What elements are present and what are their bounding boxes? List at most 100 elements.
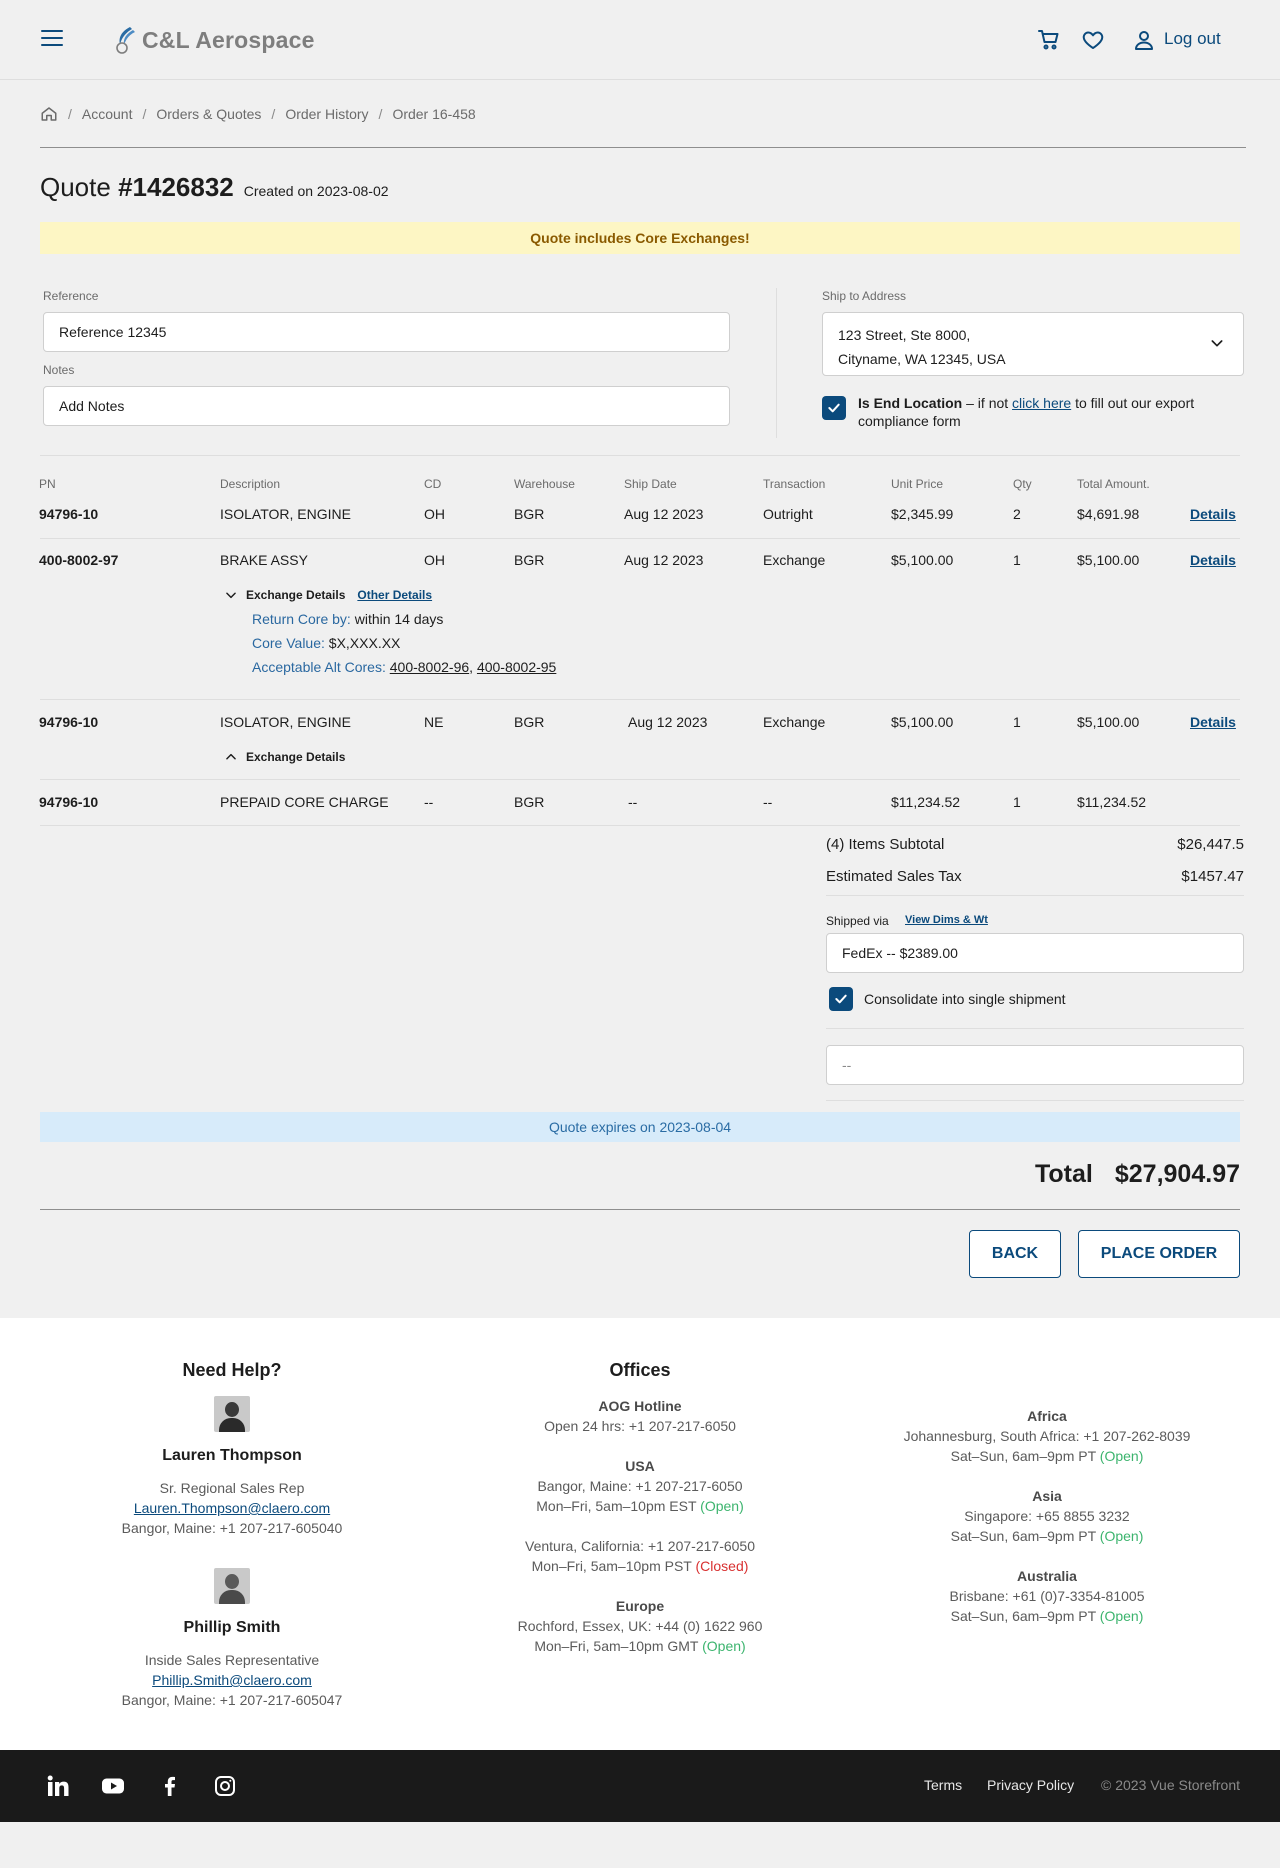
exchange-details-toggle[interactable]: Exchange Details Other Details bbox=[224, 588, 432, 602]
row-cd: OH bbox=[424, 506, 445, 522]
terms-link[interactable]: Terms bbox=[924, 1777, 962, 1793]
logout-link[interactable]: Log out bbox=[1164, 29, 1221, 49]
row-cd: OH bbox=[424, 552, 445, 568]
end-location-checkbox[interactable] bbox=[822, 396, 846, 420]
office-heading: Australia bbox=[1017, 1568, 1077, 1584]
export-compliance-link[interactable]: click here bbox=[1012, 395, 1071, 411]
ship-address-select[interactable]: 123 Street, Ste 8000, Cityname, WA 12345… bbox=[822, 312, 1244, 376]
exchange-details-label: Exchange Details bbox=[246, 588, 346, 602]
office-hours: Mon–Fri, 5am–10pm GMT bbox=[534, 1638, 703, 1654]
breadcrumb-current-order: Order 16-458 bbox=[392, 106, 476, 122]
details-link[interactable]: Details bbox=[1190, 506, 1236, 522]
office-status: (Open) bbox=[1099, 1528, 1144, 1544]
details-link[interactable]: Details bbox=[1190, 714, 1236, 730]
brand-logo[interactable]: C&L Aerospace bbox=[112, 22, 315, 58]
office-heading: AOG Hotline bbox=[598, 1398, 682, 1414]
return-core-value: within 14 days bbox=[350, 611, 444, 627]
row-unit-price: $2,345.99 bbox=[891, 506, 954, 522]
office-status: (Open) bbox=[702, 1638, 746, 1654]
breadcrumb-divider bbox=[40, 147, 1246, 148]
row-total: $4,691.98 bbox=[1077, 506, 1140, 522]
notes-placeholder: Add Notes bbox=[59, 398, 125, 414]
office-line: Brisbane: +61 (0)7-3354-81005 bbox=[949, 1588, 1145, 1604]
office-line: Ventura, California: +1 207-217-6050 bbox=[525, 1538, 755, 1554]
breadcrumb-account[interactable]: Account bbox=[82, 106, 133, 122]
row-total: $5,100.00 bbox=[1077, 552, 1140, 568]
row-unit-price: $11,234.52 bbox=[891, 794, 961, 810]
row-ship-date: Aug 12 2023 bbox=[624, 506, 704, 522]
office-hours: Sat–Sun, 6am–9pm PT bbox=[950, 1448, 1100, 1464]
instagram-icon[interactable] bbox=[213, 1774, 237, 1798]
consolidate-checkbox[interactable] bbox=[829, 987, 853, 1011]
chevron-up-icon bbox=[226, 753, 236, 760]
menu-icon[interactable] bbox=[41, 30, 63, 48]
return-core-key: Return Core by: bbox=[252, 611, 351, 627]
end-location-label: Is End Location bbox=[858, 395, 963, 411]
rep-email[interactable]: Lauren.Thompson@claero.com bbox=[92, 1498, 372, 1518]
row-pn: 94796-10 bbox=[39, 714, 99, 730]
rep-role: Sr. Regional Sales Rep bbox=[159, 1480, 305, 1496]
divider bbox=[40, 455, 1240, 456]
breadcrumb-orders-quotes[interactable]: Orders & Quotes bbox=[156, 106, 261, 122]
office-heading: Europe bbox=[615, 1598, 665, 1614]
row-cd: -- bbox=[424, 794, 434, 810]
offices-title: Offices bbox=[609, 1360, 671, 1380]
breadcrumb-separator: / bbox=[142, 106, 147, 122]
office-line: Mon–Fri, 5am–10pm EST (Open) bbox=[480, 1496, 800, 1516]
alt-core-link[interactable]: 400-8002-96 bbox=[390, 659, 469, 675]
home-icon[interactable] bbox=[40, 105, 58, 123]
chevron-down-icon bbox=[1211, 340, 1223, 347]
exchange-details-label: Exchange Details bbox=[246, 750, 346, 764]
col-header-description: Description bbox=[220, 477, 281, 491]
subtotal-value: $26,447.5 bbox=[1177, 836, 1244, 853]
linkedin-icon[interactable] bbox=[46, 1774, 70, 1798]
rep-phone: Bangor, Maine: +1 207-217-605047 bbox=[121, 1692, 343, 1708]
footer-bar: Terms Privacy Policy © 2023 Vue Storefro… bbox=[0, 1750, 1280, 1822]
rep-card: Lauren Thompson Sr. Regional Sales Rep L… bbox=[92, 1396, 372, 1538]
rep-name: Lauren Thompson bbox=[162, 1447, 302, 1464]
shipping-method-value: FedEx -- $2389.00 bbox=[842, 945, 958, 961]
extra-input[interactable]: -- bbox=[826, 1045, 1244, 1085]
return-core-line: Return Core by: within 14 days bbox=[252, 611, 443, 627]
core-value-key: Core Value: bbox=[252, 635, 325, 651]
office-line: Open 24 hrs: +1 207-217-6050 bbox=[544, 1418, 736, 1434]
office-status: (Open) bbox=[700, 1498, 744, 1514]
notes-input[interactable]: Add Notes bbox=[43, 386, 730, 426]
alt-core-link[interactable]: 400-8002-95 bbox=[477, 659, 556, 675]
cart-icon[interactable] bbox=[1037, 28, 1061, 52]
row-unit-price: $5,100.00 bbox=[891, 714, 954, 730]
offices-list-intl: Africa Johannesburg, South Africa: +1 20… bbox=[887, 1406, 1207, 1626]
row-divider bbox=[40, 825, 1240, 826]
reference-value: Reference 12345 bbox=[59, 324, 167, 340]
back-button[interactable]: BACK bbox=[969, 1230, 1061, 1278]
row-qty: 1 bbox=[1013, 552, 1021, 568]
view-dims-link[interactable]: View Dims & Wt bbox=[905, 914, 988, 926]
summary-divider bbox=[826, 1100, 1244, 1101]
office-heading: Asia bbox=[1032, 1488, 1062, 1504]
form-divider bbox=[776, 288, 777, 438]
office-hours: Sat–Sun, 6am–9pm PT bbox=[950, 1608, 1100, 1624]
place-order-button[interactable]: PLACE ORDER bbox=[1078, 1230, 1240, 1278]
copyright: © 2023 Vue Storefront bbox=[1101, 1777, 1240, 1793]
reference-input[interactable]: Reference 12345 bbox=[43, 312, 730, 352]
order-total: Total $27,904.97 bbox=[1035, 1160, 1240, 1189]
office-hours: Mon–Fri, 5am–10pm PST bbox=[531, 1558, 696, 1574]
row-warehouse: BGR bbox=[514, 552, 545, 568]
row-unit-price: $5,100.00 bbox=[891, 552, 954, 568]
other-details-link[interactable]: Other Details bbox=[357, 588, 432, 602]
page-title: Quote #1426832 Created on 2023-08-02 bbox=[40, 172, 389, 203]
user-icon[interactable] bbox=[1132, 28, 1156, 52]
exchange-details-toggle[interactable]: Exchange Details bbox=[224, 750, 345, 764]
facebook-icon[interactable] bbox=[158, 1774, 182, 1798]
youtube-icon[interactable] bbox=[101, 1774, 125, 1798]
office-heading: Africa bbox=[1027, 1408, 1067, 1424]
shipping-method-select[interactable]: FedEx -- $2389.00 bbox=[826, 933, 1244, 973]
breadcrumb-order-history[interactable]: Order History bbox=[285, 106, 368, 122]
rep-email[interactable]: Phillip.Smith@claero.com bbox=[92, 1670, 372, 1690]
reference-label: Reference bbox=[43, 289, 99, 303]
row-transaction: Exchange bbox=[763, 552, 826, 568]
details-link[interactable]: Details bbox=[1190, 552, 1236, 568]
row-pn: 94796-10 bbox=[39, 794, 99, 810]
privacy-link[interactable]: Privacy Policy bbox=[987, 1777, 1074, 1793]
heart-icon[interactable] bbox=[1081, 28, 1105, 52]
